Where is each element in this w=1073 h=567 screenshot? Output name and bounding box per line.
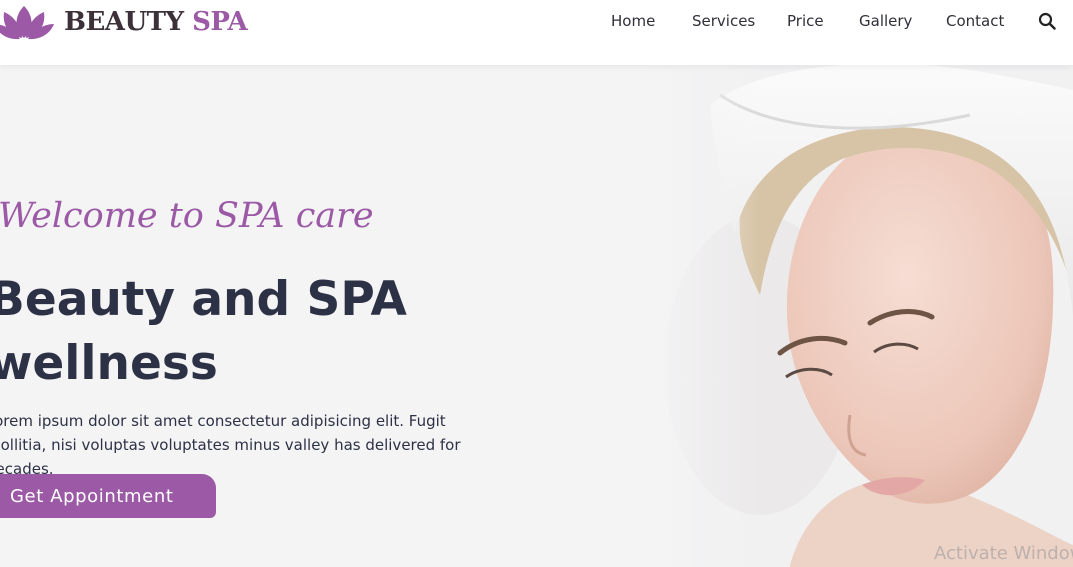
nav-gallery[interactable]: Gallery [859,12,912,30]
nav-price[interactable]: Price [787,12,824,30]
nav-contact[interactable]: Contact [946,12,1004,30]
welcome-text: Welcome to SPA care [0,196,374,236]
main-nav: Home Services Price Gallery Contact [0,12,1073,34]
nav-services[interactable]: Services [692,12,755,30]
search-button[interactable] [1038,12,1056,34]
hero-title-line2: wellness [0,336,218,391]
hero-image [640,65,1073,567]
nav-home[interactable]: Home [611,12,655,30]
hero-title-line1: Beauty and SPA [0,272,407,327]
hero-title: Beauty and SPA wellness [0,268,407,396]
get-appointment-button[interactable]: Get Appointment [0,474,216,518]
hero-description: Lorem ipsum dolor sit amet consectetur a… [0,412,461,478]
search-icon [1038,12,1056,30]
windows-activation-watermark: Activate Windows [934,543,1073,564]
site-header: BEAUTY SPA Home Services Price Gallery C… [0,0,1073,65]
